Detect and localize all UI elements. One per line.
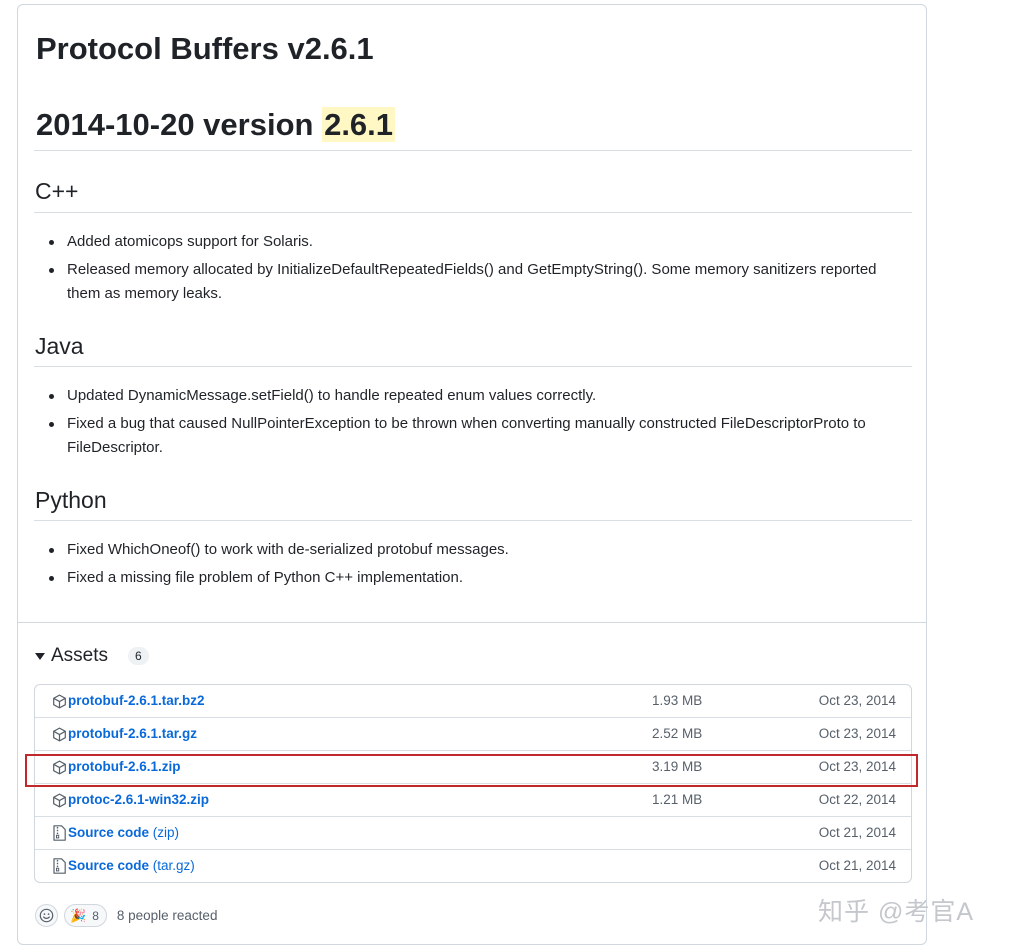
- asset-row: protobuf-2.6.1.tar.bz2 1.93 MB Oct 23, 2…: [35, 685, 911, 717]
- section-divider: [34, 366, 912, 367]
- section-divider: [34, 212, 912, 213]
- asset-date: Oct 22, 2014: [818, 792, 896, 807]
- file-zip-icon: [53, 825, 66, 841]
- reacted-summary: 8 people reacted: [116, 908, 218, 923]
- file-zip-icon: [53, 858, 66, 874]
- asset-row: protoc-2.6.1-win32.zip 1.21 MB Oct 22, 2…: [35, 783, 911, 816]
- caret-down-icon: [35, 652, 45, 660]
- asset-date: Oct 21, 2014: [818, 858, 896, 873]
- watermark: 知乎 @考官A: [818, 898, 974, 926]
- package-icon: [53, 727, 66, 742]
- reaction-count: 8: [92, 908, 99, 923]
- asset-link[interactable]: Source code (tar.gz): [68, 858, 195, 873]
- list-item: Fixed WhichOneof() to work with de-seria…: [48, 538, 898, 562]
- package-icon: [53, 793, 66, 808]
- asset-link[interactable]: Source code (zip): [68, 825, 179, 840]
- release-title[interactable]: Protocol Buffers v2.6.1: [36, 29, 374, 69]
- asset-link[interactable]: protoc-2.6.1-win32.zip: [68, 792, 209, 807]
- heading-divider: [34, 150, 912, 151]
- asset-row: protobuf-2.6.1.tar.gz 2.52 MB Oct 23, 20…: [35, 717, 911, 750]
- release-card: Protocol Buffers v2.6.1 2014-10-20 versi…: [17, 4, 927, 945]
- java-notes-list: Updated DynamicMessage.setField() to han…: [48, 384, 898, 464]
- asset-link[interactable]: protobuf-2.6.1.tar.gz: [68, 726, 197, 741]
- version-heading-text: 2014-10-20 version: [36, 107, 323, 142]
- asset-size: 1.93 MB: [652, 693, 703, 708]
- list-item: Updated DynamicMessage.setField() to han…: [48, 384, 898, 408]
- section-heading-cpp: C++: [35, 178, 79, 204]
- asset-size: 2.52 MB: [652, 726, 703, 741]
- version-highlight: 2.6.1: [322, 107, 396, 142]
- card-divider: [18, 622, 926, 623]
- asset-row: Source code (zip) Oct 21, 2014: [35, 816, 911, 849]
- list-item: Released memory allocated by InitializeD…: [48, 258, 898, 306]
- list-item: Fixed a missing file problem of Python C…: [48, 566, 898, 590]
- version-heading: 2014-10-20 version 2.6.1: [36, 105, 396, 145]
- assets-toggle[interactable]: Assets 6: [35, 643, 149, 669]
- asset-size: 1.21 MB: [652, 792, 703, 807]
- highlight-box: [25, 754, 918, 787]
- python-notes-list: Fixed WhichOneof() to work with de-seria…: [48, 538, 898, 594]
- asset-date: Oct 23, 2014: [818, 726, 896, 741]
- list-item: Fixed a bug that caused NullPointerExcep…: [48, 412, 898, 460]
- asset-date: Oct 21, 2014: [818, 825, 896, 840]
- section-divider: [34, 520, 912, 521]
- cpp-notes-list: Added atomicops support for Solaris. Rel…: [48, 230, 898, 310]
- asset-link[interactable]: protobuf-2.6.1.tar.bz2: [68, 693, 205, 708]
- hooray-icon: 🎉: [70, 908, 87, 923]
- add-reaction-button[interactable]: [35, 904, 58, 927]
- asset-date: Oct 23, 2014: [818, 693, 896, 708]
- section-heading-java: Java: [35, 333, 84, 359]
- section-heading-python: Python: [35, 487, 107, 513]
- assets-title: Assets: [51, 645, 109, 666]
- smiley-icon: [39, 908, 54, 923]
- list-item: Added atomicops support for Solaris.: [48, 230, 898, 254]
- hooray-reaction-button[interactable]: 🎉 8: [64, 904, 107, 927]
- assets-count-badge: 6: [128, 647, 149, 665]
- asset-row: Source code (tar.gz) Oct 21, 2014: [35, 849, 911, 882]
- package-icon: [53, 694, 66, 709]
- reactions-bar: 🎉 8 8 people reacted: [35, 904, 217, 927]
